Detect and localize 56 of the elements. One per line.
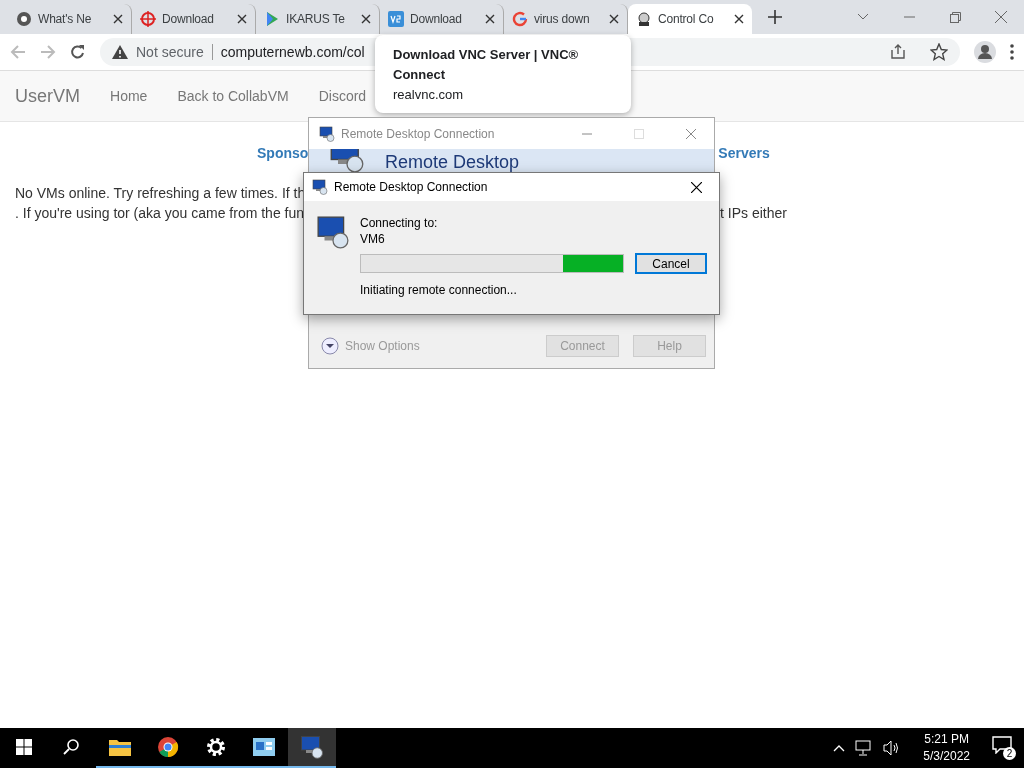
- section-heading: Servers: [718, 145, 770, 161]
- folder-icon: [109, 738, 131, 756]
- computer-icon: [312, 179, 328, 195]
- close-icon[interactable]: [609, 14, 619, 24]
- banner-title: Remote Desktop: [385, 151, 520, 173]
- remote-desktop-icon: [300, 735, 324, 759]
- site-brand[interactable]: UserVM: [15, 85, 80, 107]
- google-icon: [512, 11, 528, 27]
- play-icon: [264, 11, 280, 27]
- tooltip-domain: realvnc.com: [393, 87, 465, 102]
- time-text: 5:21 PM: [924, 731, 969, 748]
- taskbar-button[interactable]: [288, 728, 336, 768]
- section-heading: Sponso: [257, 145, 309, 161]
- close-icon[interactable]: [734, 14, 744, 24]
- close-icon[interactable]: [113, 14, 123, 24]
- body-text: t IPs either: [720, 205, 787, 221]
- chevron-down-icon[interactable]: [857, 13, 869, 21]
- cancel-button[interactable]: Cancel: [635, 253, 707, 274]
- warning-icon: [112, 45, 128, 59]
- share-icon[interactable]: [890, 44, 906, 60]
- nav-link[interactable]: Back to CollabVM: [177, 88, 289, 104]
- search-icon: [63, 738, 81, 756]
- connecting-label: Connecting to:: [360, 215, 439, 231]
- close-icon[interactable]: [237, 14, 247, 24]
- reload-icon[interactable]: [70, 44, 86, 60]
- date-text: 5/3/2022: [923, 748, 970, 765]
- close-icon[interactable]: [485, 14, 495, 24]
- crosshair-icon: [140, 11, 156, 27]
- host-name: VM6: [360, 231, 386, 247]
- menu-icon[interactable]: [1010, 44, 1014, 60]
- expand-icon[interactable]: [321, 337, 339, 355]
- restore-icon[interactable]: [949, 11, 961, 23]
- nav-link[interactable]: Discord: [318, 88, 367, 104]
- maximize-icon: [634, 128, 644, 139]
- computer-icon: [319, 125, 335, 142]
- chevron-up-icon[interactable]: [833, 744, 846, 752]
- network-icon[interactable]: [855, 740, 874, 756]
- windows-start-icon[interactable]: [16, 739, 32, 755]
- nav-link[interactable]: Home: [110, 88, 148, 104]
- remote-desktop-icon: [316, 215, 350, 249]
- settings-icon: [206, 737, 226, 757]
- body-text: . If you're using tor (aka you came from the fun: [15, 205, 306, 221]
- taskbar-clock[interactable]: 5:21 PM 5/3/2022: [923, 731, 970, 765]
- window-title: Remote Desktop Connection: [341, 126, 495, 141]
- browser-tab[interactable]: Control Co: [628, 4, 752, 34]
- close-icon[interactable]: [690, 181, 702, 193]
- status-text: Initiating remote connection...: [360, 283, 518, 297]
- new-tab-icon[interactable]: [768, 10, 782, 24]
- star-icon[interactable]: [930, 43, 948, 61]
- profile-icon[interactable]: [974, 41, 996, 63]
- security-label: Not secure: [136, 44, 213, 60]
- url-text: computernewb.com/col: [220, 44, 365, 60]
- close-icon[interactable]: [361, 14, 371, 24]
- vnc-icon: [388, 11, 404, 27]
- dialog-title: Remote Desktop Connection: [334, 180, 488, 194]
- notification-count: 2: [1003, 747, 1016, 760]
